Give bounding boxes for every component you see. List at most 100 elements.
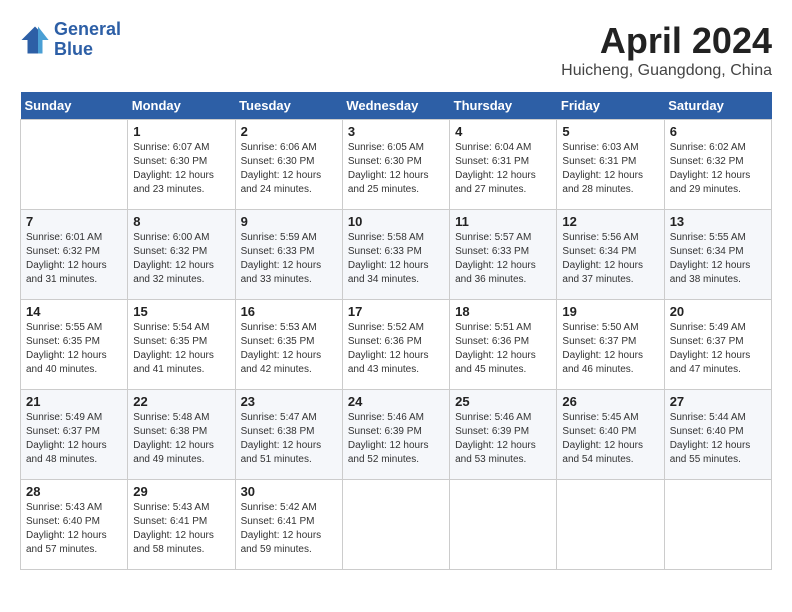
day-header-tuesday: Tuesday	[235, 92, 342, 120]
day-number: 12	[562, 214, 658, 229]
logo-general-text: General	[54, 20, 121, 40]
calendar-week-1: 1 Sunrise: 6:07 AMSunset: 6:30 PMDaylight…	[21, 120, 772, 210]
day-number: 23	[241, 394, 337, 409]
calendar-cell: 27Sunrise: 5:44 AMSunset: 6:40 PMDayligh…	[664, 390, 771, 480]
day-info: Sunrise: 5:56 AMSunset: 6:34 PMDaylight:…	[562, 231, 658, 287]
day-info: Sunrise: 5:55 AMSunset: 6:34 PMDaylight:…	[670, 231, 766, 287]
day-number: 13	[670, 214, 766, 229]
day-header-monday: Monday	[128, 92, 235, 120]
day-info: Sunrise: 5:48 AMSunset: 6:38 PMDaylight:…	[133, 411, 229, 467]
day-number: 11	[455, 214, 551, 229]
day-info: Sunrise: 5:43 AMSunset: 6:40 PMDaylight:…	[26, 501, 122, 557]
calendar-cell: 14 Sunrise: 5:55 AMSunset: 6:35 PMDayligh…	[21, 300, 128, 390]
calendar-cell: 17Sunrise: 5:52 AMSunset: 6:36 PMDayligh…	[342, 300, 449, 390]
calendar-cell: 12 Sunrise: 5:56 AMSunset: 6:34 PMDayligh…	[557, 210, 664, 300]
day-info: Sunrise: 5:49 AMSunset: 6:37 PMDaylight:…	[26, 411, 122, 467]
day-number: 1	[133, 124, 229, 139]
calendar-cell: 6 Sunrise: 6:02 AMSunset: 6:32 PMDaylight…	[664, 120, 771, 210]
day-number: 5	[562, 124, 658, 139]
day-info: Sunrise: 5:51 AMSunset: 6:36 PMDaylight:…	[455, 321, 551, 377]
calendar-cell: 11 Sunrise: 5:57 AMSunset: 6:33 PMDayligh…	[450, 210, 557, 300]
calendar-cell: 15 Sunrise: 5:54 AMSunset: 6:35 PMDayligh…	[128, 300, 235, 390]
calendar-cell: 9Sunrise: 5:59 AMSunset: 6:33 PMDaylight…	[235, 210, 342, 300]
day-number: 17	[348, 304, 444, 319]
header: General Blue April 2024 Huicheng, Guangd…	[20, 20, 772, 80]
day-number: 6	[670, 124, 766, 139]
day-info: Sunrise: 6:00 AMSunset: 6:32 PMDaylight:…	[133, 231, 229, 287]
calendar-cell: 13 Sunrise: 5:55 AMSunset: 6:34 PMDayligh…	[664, 210, 771, 300]
day-number: 15	[133, 304, 229, 319]
day-info: Sunrise: 5:50 AMSunset: 6:37 PMDaylight:…	[562, 321, 658, 377]
day-number: 19	[562, 304, 658, 319]
day-number: 3	[348, 124, 444, 139]
day-number: 22	[133, 394, 229, 409]
day-header-saturday: Saturday	[664, 92, 771, 120]
day-number: 21	[26, 394, 122, 409]
calendar-cell: 20 Sunrise: 5:49 AMSunset: 6:37 PMDayligh…	[664, 300, 771, 390]
day-number: 10	[348, 214, 444, 229]
calendar-cell	[557, 480, 664, 570]
day-info: Sunrise: 5:55 AMSunset: 6:35 PMDaylight:…	[26, 321, 122, 377]
calendar-cell: 26Sunrise: 5:45 AMSunset: 6:40 PMDayligh…	[557, 390, 664, 480]
calendar-cell: 10Sunrise: 5:58 AMSunset: 6:33 PMDayligh…	[342, 210, 449, 300]
calendar-cell: 4 Sunrise: 6:04 AMSunset: 6:31 PMDaylight…	[450, 120, 557, 210]
calendar-cell: 28Sunrise: 5:43 AMSunset: 6:40 PMDayligh…	[21, 480, 128, 570]
day-number: 4	[455, 124, 551, 139]
logo-icon	[20, 25, 50, 55]
day-number: 25	[455, 394, 551, 409]
day-number: 7	[26, 214, 122, 229]
day-info: Sunrise: 6:03 AMSunset: 6:31 PMDaylight:…	[562, 141, 658, 197]
day-number: 14	[26, 304, 122, 319]
calendar-cell: 24 Sunrise: 5:46 AMSunset: 6:39 PMDayligh…	[342, 390, 449, 480]
day-header-wednesday: Wednesday	[342, 92, 449, 120]
calendar-cell: 21 Sunrise: 5:49 AMSunset: 6:37 PMDayligh…	[21, 390, 128, 480]
day-number: 2	[241, 124, 337, 139]
day-header-sunday: Sunday	[21, 92, 128, 120]
logo-text: General Blue	[54, 20, 121, 60]
month-title: April 2024	[561, 20, 772, 62]
location-title: Huicheng, Guangdong, China	[561, 62, 772, 80]
calendar-cell: 5 Sunrise: 6:03 AMSunset: 6:31 PMDaylight…	[557, 120, 664, 210]
calendar-week-3: 14 Sunrise: 5:55 AMSunset: 6:35 PMDayligh…	[21, 300, 772, 390]
day-info: Sunrise: 6:04 AMSunset: 6:31 PMDaylight:…	[455, 141, 551, 197]
calendar-cell: 2 Sunrise: 6:06 AMSunset: 6:30 PMDaylight…	[235, 120, 342, 210]
logo: General Blue	[20, 20, 121, 60]
title-area: April 2024 Huicheng, Guangdong, China	[561, 20, 772, 80]
day-info: Sunrise: 6:06 AMSunset: 6:30 PMDaylight:…	[241, 141, 337, 197]
calendar-cell: 7Sunrise: 6:01 AMSunset: 6:32 PMDaylight…	[21, 210, 128, 300]
day-info: Sunrise: 5:59 AMSunset: 6:33 PMDaylight:…	[241, 231, 337, 287]
day-info: Sunrise: 6:07 AMSunset: 6:30 PMDaylight:…	[133, 141, 229, 197]
calendar-cell: 23Sunrise: 5:47 AMSunset: 6:38 PMDayligh…	[235, 390, 342, 480]
day-info: Sunrise: 5:46 AMSunset: 6:39 PMDaylight:…	[348, 411, 444, 467]
calendar-cell: 29 Sunrise: 5:43 AMSunset: 6:41 PMDayligh…	[128, 480, 235, 570]
calendar-cell: 25 Sunrise: 5:46 AMSunset: 6:39 PMDayligh…	[450, 390, 557, 480]
calendar-cell	[21, 120, 128, 210]
day-info: Sunrise: 5:54 AMSunset: 6:35 PMDaylight:…	[133, 321, 229, 377]
logo-blue-text: Blue	[54, 40, 121, 60]
calendar-cell: 8 Sunrise: 6:00 AMSunset: 6:32 PMDaylight…	[128, 210, 235, 300]
day-number: 20	[670, 304, 766, 319]
day-info: Sunrise: 5:43 AMSunset: 6:41 PMDaylight:…	[133, 501, 229, 557]
day-number: 24	[348, 394, 444, 409]
day-number: 27	[670, 394, 766, 409]
day-info: Sunrise: 5:49 AMSunset: 6:37 PMDaylight:…	[670, 321, 766, 377]
calendar-cell: 22 Sunrise: 5:48 AMSunset: 6:38 PMDayligh…	[128, 390, 235, 480]
day-number: 30	[241, 484, 337, 499]
calendar-cell: 3 Sunrise: 6:05 AMSunset: 6:30 PMDaylight…	[342, 120, 449, 210]
day-number: 8	[133, 214, 229, 229]
day-info: Sunrise: 6:05 AMSunset: 6:30 PMDaylight:…	[348, 141, 444, 197]
calendar-cell	[450, 480, 557, 570]
day-info: Sunrise: 5:53 AMSunset: 6:35 PMDaylight:…	[241, 321, 337, 377]
calendar-cell	[664, 480, 771, 570]
calendar-cell	[342, 480, 449, 570]
day-number: 26	[562, 394, 658, 409]
day-info: Sunrise: 5:57 AMSunset: 6:33 PMDaylight:…	[455, 231, 551, 287]
day-info: Sunrise: 5:46 AMSunset: 6:39 PMDaylight:…	[455, 411, 551, 467]
calendar-week-2: 7Sunrise: 6:01 AMSunset: 6:32 PMDaylight…	[21, 210, 772, 300]
day-number: 29	[133, 484, 229, 499]
calendar-cell: 19 Sunrise: 5:50 AMSunset: 6:37 PMDayligh…	[557, 300, 664, 390]
calendar-header-row: SundayMondayTuesdayWednesdayThursdayFrid…	[21, 92, 772, 120]
day-number: 18	[455, 304, 551, 319]
day-header-thursday: Thursday	[450, 92, 557, 120]
day-info: Sunrise: 6:02 AMSunset: 6:32 PMDaylight:…	[670, 141, 766, 197]
